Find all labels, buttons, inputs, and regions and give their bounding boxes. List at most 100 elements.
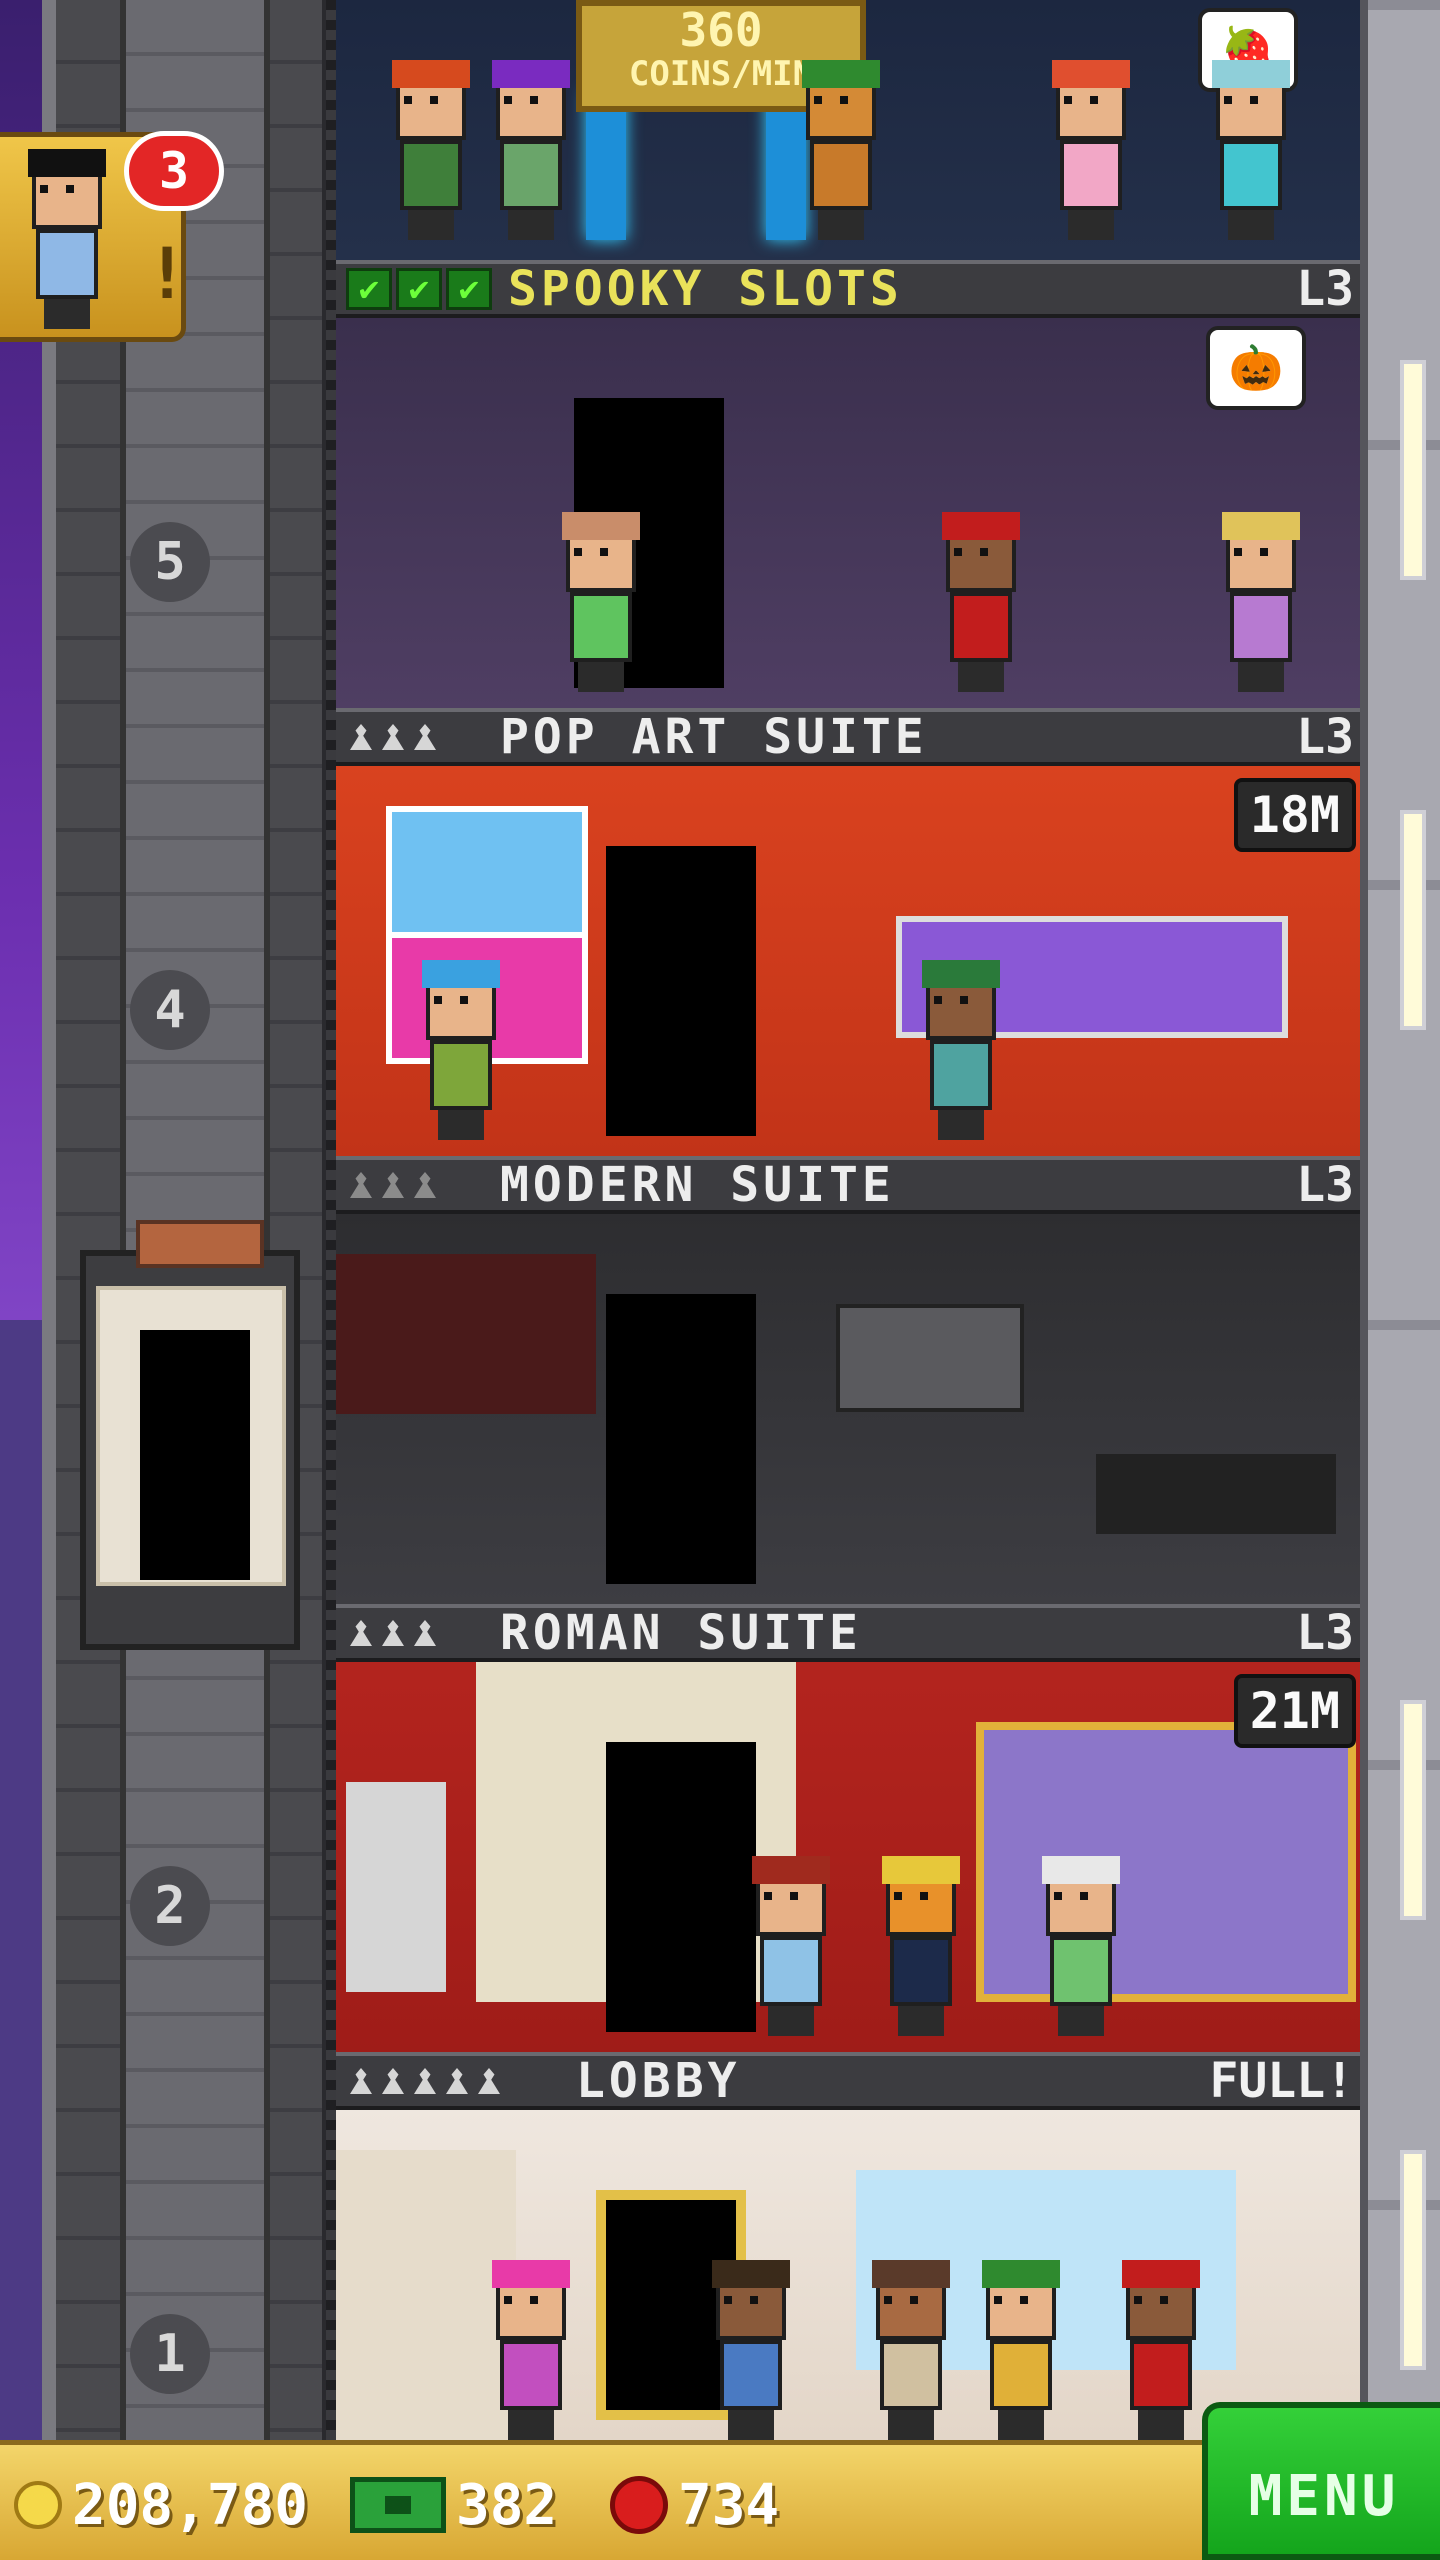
menu-button[interactable]: MENU [1202, 2402, 1440, 2560]
bitizen[interactable] [486, 60, 576, 240]
floor-header: ✔ ✔ ✔ SPOOKY SLOTS L3 [336, 260, 1360, 318]
bitizen[interactable] [1036, 1856, 1126, 2036]
person-icon [414, 724, 436, 750]
occupancy-pips [350, 1172, 436, 1198]
check-icon: ✔ [446, 268, 492, 310]
floor-level: L3 [1296, 709, 1354, 765]
floor-header: ROMAN SUITE L3 [336, 1604, 1360, 1662]
floor-modern-suite[interactable]: MODERN SUITE L3 [336, 1156, 1360, 1604]
background-building [0, 1320, 42, 2440]
floor-room [336, 1662, 1360, 2052]
floor-roman-suite[interactable]: ROMAN SUITE L3 21M [336, 1604, 1360, 2052]
floor-lobby[interactable]: LOBBY FULL! [336, 2052, 1360, 2440]
bed [1096, 1454, 1336, 1534]
person-icon [350, 2068, 372, 2094]
floor-name: MODERN SUITE [500, 1157, 895, 1213]
floor-room: 🎃 [336, 318, 1360, 708]
bitizen[interactable] [386, 60, 476, 240]
speech-bubble-icon[interactable]: 🎃 [1206, 326, 1306, 410]
bitizen[interactable] [1046, 60, 1136, 240]
window-light [1400, 360, 1426, 580]
income-badge: 18M [1233, 778, 1356, 852]
floor-room [336, 1214, 1360, 1604]
gems-value: 734 [678, 2472, 780, 2538]
floor-level: L3 [1296, 261, 1354, 317]
occupancy-pips [350, 724, 436, 750]
coin-icon [14, 2481, 62, 2529]
floor-status: FULL! [1209, 2053, 1355, 2109]
person-icon [414, 1620, 436, 1646]
income-badge: 21M [1233, 1674, 1356, 1748]
person-icon [446, 2068, 468, 2094]
bitizen[interactable] [486, 2260, 576, 2440]
bitizen[interactable] [746, 1856, 836, 2036]
person-icon [478, 2068, 500, 2094]
bux-icon [350, 2477, 446, 2533]
floor-level: L3 [1296, 1605, 1354, 1661]
bitizen[interactable] [976, 2260, 1066, 2440]
coins-stat[interactable]: 208,780 [14, 2465, 308, 2545]
occupancy-pips [350, 2068, 500, 2094]
floor-name: POP ART SUITE [500, 709, 928, 765]
floor-header: LOBBY FULL! [336, 2052, 1360, 2110]
check-icon: ✔ [346, 268, 392, 310]
shaft-floor-number-4: 4 [130, 970, 210, 1050]
floor-spooky-slots[interactable]: ✔ ✔ ✔ SPOOKY SLOTS L3 🎃 [336, 260, 1360, 708]
window-light [1400, 2150, 1426, 2370]
notification-count-badge: 3 [124, 131, 224, 211]
bitizen[interactable] [796, 60, 886, 240]
person-icon [350, 1172, 372, 1198]
completed-checks: ✔ ✔ ✔ [346, 268, 492, 310]
floor-level: L3 [1296, 1157, 1354, 1213]
statue [346, 1782, 446, 1992]
neon-pillar [586, 90, 626, 240]
floor-room [336, 2110, 1360, 2440]
room-door [606, 1742, 756, 2032]
coins-value: 208,780 [72, 2472, 309, 2538]
person-icon [382, 2068, 404, 2094]
elevator-cab [96, 1286, 286, 1586]
fireplace [836, 1304, 1024, 1412]
person-icon [350, 724, 372, 750]
bitizen[interactable] [1216, 512, 1306, 692]
bitizen[interactable] [1116, 2260, 1206, 2440]
person-icon [414, 1172, 436, 1198]
bitizen[interactable] [936, 512, 1026, 692]
bux-stat[interactable]: 382 [350, 2465, 557, 2545]
floor-header: POP ART SUITE L3 [336, 708, 1360, 766]
occupancy-pips [350, 1620, 436, 1646]
bitizen[interactable] [1206, 60, 1296, 240]
person-icon [350, 1620, 372, 1646]
curtained-window [976, 1722, 1356, 2002]
elevator-door [140, 1330, 250, 1580]
vip-notification[interactable]: 3 ! [0, 131, 224, 342]
window-light [1400, 1700, 1426, 1920]
bitizen[interactable] [416, 960, 506, 1140]
bitizen[interactable] [556, 512, 646, 692]
floor-name: ROMAN SUITE [500, 1605, 862, 1661]
room-door [606, 846, 756, 1136]
gems-stat[interactable]: 734 [610, 2465, 779, 2545]
elevator-roof [136, 1220, 264, 1268]
bitizen[interactable] [916, 960, 1006, 1140]
floor-header: MODERN SUITE L3 [336, 1156, 1360, 1214]
exclamation-icon: ! [146, 233, 189, 315]
bitizen[interactable] [706, 2260, 796, 2440]
person-icon [382, 724, 404, 750]
floor-name: SPOOKY SLOTS [508, 261, 903, 317]
room-door [606, 1294, 756, 1584]
shaft-floor-number-5: 5 [130, 522, 210, 602]
elevator-car[interactable] [80, 1220, 300, 1650]
coins-per-min-value: 360 [679, 3, 763, 57]
shaft-floor-number-2: 2 [130, 1866, 210, 1946]
bitizen[interactable] [876, 1856, 966, 2036]
shaft-floor-number-1: 1 [130, 2314, 210, 2394]
floor-room [336, 766, 1360, 1156]
bitizen[interactable] [866, 2260, 956, 2440]
wall-panel [336, 1254, 596, 1414]
floor-pop-art-suite[interactable]: POP ART SUITE L3 18M [336, 708, 1360, 1156]
pop-art-painting [386, 806, 588, 938]
bux-value: 382 [456, 2472, 558, 2538]
gem-icon [610, 2476, 668, 2534]
top-floor-casino[interactable]: 360 COINS/MIN 🍓 [336, 0, 1360, 260]
